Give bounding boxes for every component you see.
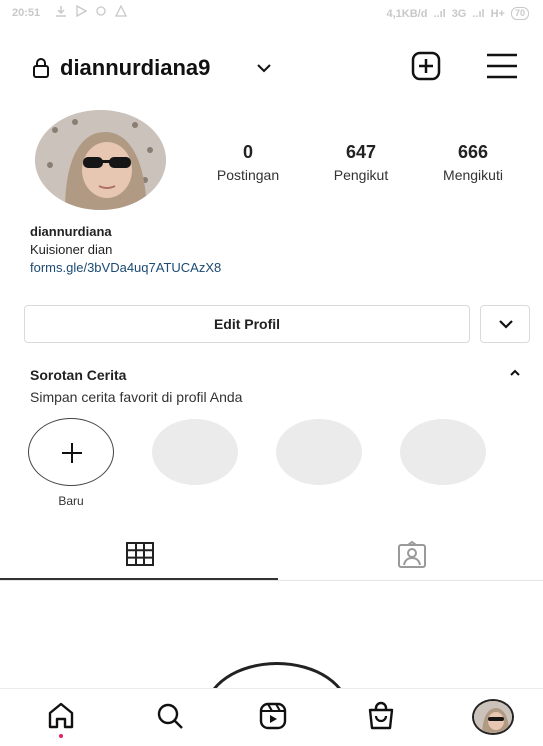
bio-text: Kuisioner dian <box>30 242 113 257</box>
chevron-down-icon <box>499 320 513 329</box>
tagged-person-icon <box>398 541 426 568</box>
battery-indicator: 70 <box>510 7 529 20</box>
profile-tab-avatar[interactable] <box>472 699 514 735</box>
bottom-navigation <box>0 688 543 746</box>
username-switcher[interactable]: diannurdiana9 <box>60 55 210 81</box>
hamburger-menu-icon[interactable] <box>486 52 518 80</box>
suggestions-toggle-button[interactable] <box>480 305 530 343</box>
profile-bio: diannurdiana Kuisioner dian forms.gle/3b… <box>30 223 221 277</box>
stat-followers[interactable]: 647 Pengikut <box>306 142 416 183</box>
lock-icon <box>33 58 49 78</box>
signal-icon-2: ..ıl <box>472 7 485 20</box>
posts-label: Postingan <box>216 167 280 183</box>
highlights-title: Sorotan Cerita <box>30 367 127 383</box>
bio-link[interactable]: forms.gle/3bVDa4uq7ATUCAzX8 <box>30 259 221 277</box>
grid-icon <box>126 542 154 566</box>
stat-posts[interactable]: 0 Postingan <box>193 142 303 183</box>
search-icon[interactable] <box>155 701 185 731</box>
status-time: 20:51 <box>12 7 41 19</box>
profile-avatar[interactable] <box>35 110 166 210</box>
plus-icon <box>62 443 82 463</box>
reels-icon[interactable] <box>258 701 288 731</box>
highlights-subtitle: Simpan cerita favorit di profil Anda <box>30 389 243 405</box>
profile-header: diannurdiana9 <box>0 48 543 88</box>
highlight-placeholder <box>276 419 362 485</box>
new-highlight-label: Baru <box>58 494 84 508</box>
chevron-up-icon[interactable] <box>509 368 521 378</box>
edit-profile-button[interactable]: Edit Profil <box>24 305 470 343</box>
posts-count: 0 <box>242 142 253 162</box>
stat-following[interactable]: 666 Mengikuti <box>418 142 528 183</box>
followers-count: 647 <box>345 142 377 162</box>
status-right: 4,1KB/d ..ıl 3G ..ıl H+ 70 <box>386 7 529 20</box>
avatar-photo <box>35 110 166 210</box>
home-icon[interactable] <box>47 701 75 731</box>
following-count: 666 <box>457 142 489 162</box>
app-notification-icon <box>96 6 106 16</box>
network-speed: 4,1KB/d <box>386 7 428 20</box>
status-notification-icons <box>55 5 127 17</box>
highlight-placeholder <box>152 419 238 485</box>
tab-posts-grid[interactable] <box>0 536 278 581</box>
download-icon <box>56 6 66 17</box>
shop-icon[interactable] <box>366 701 396 731</box>
plus-square-icon[interactable] <box>410 50 442 82</box>
network-type-2: H+ <box>490 7 505 20</box>
notification-dot <box>59 734 63 738</box>
status-bar: 20:51 4,1KB/d ..ıl 3G ..ıl H+ 70 <box>0 0 543 26</box>
tab-tagged[interactable] <box>278 536 543 581</box>
signal-icon: ..ıl <box>433 7 446 20</box>
following-label: Mengikuti <box>443 167 503 183</box>
new-highlight-button[interactable] <box>28 418 114 486</box>
tab-divider <box>0 580 543 581</box>
profile-name: diannurdiana <box>30 224 112 239</box>
warning-icon <box>115 5 127 17</box>
highlight-placeholder <box>400 419 486 485</box>
chevron-down-icon[interactable] <box>256 62 272 74</box>
play-store-icon <box>76 5 87 17</box>
followers-label: Pengikut <box>333 167 389 183</box>
network-type: 3G <box>451 7 467 20</box>
avatar-thumbnail <box>474 701 512 733</box>
